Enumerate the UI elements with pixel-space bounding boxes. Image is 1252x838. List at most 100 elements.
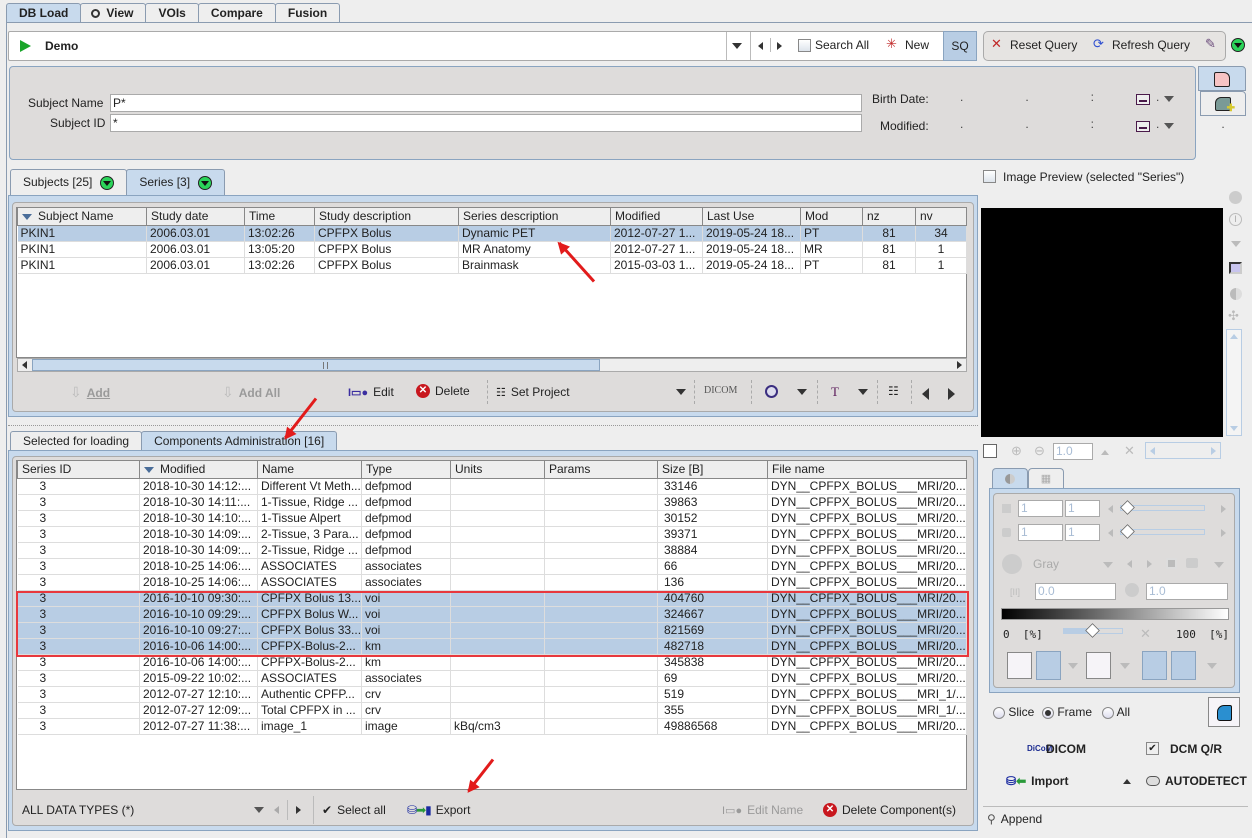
table-row[interactable]: PKIN1 2006.03.01 13:02:26 CPFPX Bolus Brainm… bbox=[17, 257, 967, 274]
tab-components-administration[interactable]: Components Administration [16] bbox=[141, 431, 338, 451]
reset-query-button[interactable]: Reset Query bbox=[1010, 38, 1077, 52]
delete-button[interactable]: ✕ Delete bbox=[416, 384, 470, 398]
frame-to-input[interactable]: 1 bbox=[1065, 524, 1100, 541]
radio-slice-button[interactable] bbox=[993, 706, 1005, 719]
delete-components-button[interactable]: ✕ Delete Component(s) bbox=[823, 803, 956, 817]
column-header[interactable]: Units bbox=[450, 461, 545, 479]
expand-menu-icon[interactable] bbox=[1231, 38, 1245, 52]
tab-selected-for-loading[interactable]: Selected for loading bbox=[10, 431, 143, 451]
tab-color-settings[interactable] bbox=[992, 468, 1028, 489]
series-menu-icon[interactable] bbox=[198, 175, 213, 190]
zoom-up-icon[interactable] bbox=[1101, 450, 1109, 455]
subject-id-input[interactable]: * bbox=[110, 114, 862, 132]
frame-from-input[interactable]: 1 bbox=[1018, 524, 1063, 541]
table-row[interactable]: 3 2018-10-25 14:06:... ASSOCIATES associate… bbox=[17, 558, 967, 575]
modified-calendar-icon[interactable] bbox=[1136, 121, 1150, 132]
birth-date-field[interactable]: . . : . . bbox=[960, 90, 1231, 104]
column-header[interactable]: Series description bbox=[458, 208, 611, 226]
edit-button[interactable]: I▭● Edit bbox=[348, 385, 394, 399]
table-row[interactable]: PKIN1 2006.03.01 13:05:20 CPFPX Bolus MR Ana… bbox=[17, 241, 967, 258]
data-type-filter[interactable]: ALL DATA TYPES (*) bbox=[22, 803, 134, 817]
search-all-checkbox[interactable] bbox=[798, 39, 811, 52]
image-preview-canvas[interactable] bbox=[981, 208, 1223, 437]
tab-db-load[interactable]: DB Load bbox=[6, 3, 82, 23]
table-row[interactable]: 3 2015-09-22 10:02:... ASSOCIATES associate… bbox=[17, 670, 967, 687]
birth-date-calendar-icon[interactable] bbox=[1136, 94, 1150, 105]
side-tab-subject[interactable] bbox=[1198, 66, 1246, 91]
set-project-button[interactable]: ☷ Set Project bbox=[496, 385, 570, 399]
subjects-menu-icon[interactable] bbox=[100, 175, 115, 190]
refresh-query-button[interactable]: Refresh Query bbox=[1112, 38, 1190, 52]
scrollbar-thumb[interactable] bbox=[32, 359, 600, 371]
grid-button[interactable] bbox=[1086, 652, 1111, 679]
splitter[interactable] bbox=[8, 425, 978, 427]
preview-option-checkbox[interactable] bbox=[983, 444, 997, 458]
min-value-input[interactable]: 0.0 bbox=[1035, 583, 1116, 600]
import-options-icon[interactable] bbox=[1123, 779, 1131, 784]
column-header[interactable]: Study description bbox=[314, 208, 459, 226]
side-tab-new-subject[interactable]: ✚ bbox=[1200, 91, 1246, 116]
dcm-qr-label[interactable]: DCM Q/R bbox=[1170, 742, 1222, 756]
slice-to-input[interactable]: 1 bbox=[1065, 500, 1100, 517]
palette-icon[interactable] bbox=[1002, 554, 1022, 574]
column-header[interactable]: Last Use bbox=[702, 208, 801, 226]
zoom-input[interactable]: 1.0 bbox=[1053, 443, 1093, 460]
edit-name-button[interactable]: I▭● Edit Name bbox=[722, 803, 803, 817]
slice-slider[interactable] bbox=[1120, 500, 1205, 515]
table-row[interactable]: 3 2018-10-30 14:09:... 2-Tissue, 3 Para...… bbox=[17, 526, 967, 543]
octagon-button[interactable] bbox=[1142, 651, 1167, 680]
table-row[interactable]: 3 2012-07-27 12:09:... Total CPFPX in ... c… bbox=[17, 702, 967, 719]
scroll-right-icon[interactable] bbox=[957, 361, 962, 369]
slice-from-input[interactable]: 1 bbox=[1018, 500, 1063, 517]
tool-dropdown-icon[interactable] bbox=[1207, 663, 1217, 669]
column-header[interactable]: Study date bbox=[146, 208, 245, 226]
preview-vertical-scrollbar[interactable] bbox=[1226, 329, 1242, 436]
append-button[interactable]: ⚲ Append bbox=[987, 812, 1042, 826]
database-dropdown-icon[interactable] bbox=[732, 43, 742, 49]
column-header[interactable]: Mod bbox=[800, 208, 863, 226]
dcm-qr-checkbox[interactable]: ✔ bbox=[1146, 742, 1159, 755]
color-box-icon[interactable] bbox=[1229, 262, 1242, 274]
column-header[interactable]: Modified bbox=[610, 208, 703, 226]
column-header[interactable]: Size [B] bbox=[657, 461, 768, 479]
import-button[interactable]: ⛁⬅ Import bbox=[1006, 774, 1068, 788]
add-all-button[interactable]: ⇩ Add All bbox=[222, 384, 280, 401]
text-tool-icon[interactable]: T bbox=[831, 384, 839, 400]
data-type-dropdown-icon[interactable] bbox=[254, 807, 264, 813]
column-header[interactable]: Subject Name bbox=[17, 208, 147, 226]
group-icon[interactable]: ☷ bbox=[888, 384, 899, 398]
radio-frame[interactable]: Frame bbox=[1042, 705, 1092, 719]
table-row[interactable]: 3 2018-10-30 14:09:... 2-Tissue, Ridge ...… bbox=[17, 542, 967, 559]
new-button[interactable]: New bbox=[905, 38, 929, 52]
column-header[interactable]: Series ID bbox=[17, 461, 140, 479]
colorbar[interactable] bbox=[1001, 608, 1229, 620]
previous-db-icon[interactable] bbox=[758, 42, 763, 50]
radio-slice[interactable]: Slice bbox=[993, 705, 1034, 719]
load-subject-button[interactable] bbox=[1208, 697, 1240, 727]
scroll-left-icon[interactable] bbox=[22, 361, 27, 369]
preview-horizontal-scrollbar[interactable] bbox=[1145, 442, 1221, 459]
frame-next-icon[interactable] bbox=[1221, 529, 1226, 537]
column-header[interactable]: nz bbox=[862, 208, 916, 226]
next-type-icon[interactable] bbox=[296, 806, 301, 814]
sq-button[interactable]: SQ bbox=[943, 31, 977, 61]
tab-layout-settings[interactable]: ▦ bbox=[1028, 468, 1064, 488]
zoom-reset-icon[interactable]: ✕ bbox=[1124, 443, 1135, 459]
column-header[interactable]: File name bbox=[767, 461, 967, 479]
max-value-input[interactable]: 1.0 bbox=[1146, 583, 1228, 600]
tool-button[interactable] bbox=[1171, 651, 1196, 680]
tab-fusion[interactable]: Fusion bbox=[274, 3, 341, 23]
column-header[interactable]: nv bbox=[915, 208, 967, 226]
dots-dropdown-icon[interactable] bbox=[1068, 663, 1078, 669]
column-header[interactable]: Time bbox=[244, 208, 315, 226]
series-horizontal-scrollbar[interactable] bbox=[17, 358, 967, 372]
next-icon[interactable] bbox=[948, 388, 955, 400]
radio-all[interactable]: All bbox=[1102, 705, 1130, 719]
text-dropdown-icon[interactable] bbox=[858, 389, 868, 395]
eraser-icon[interactable]: ✎ bbox=[1205, 36, 1216, 52]
column-header[interactable]: Params bbox=[544, 461, 658, 479]
colormap-next-icon[interactable] bbox=[1147, 560, 1152, 568]
tab-compare[interactable]: Compare bbox=[197, 3, 276, 23]
tab-vois[interactable]: VOIs bbox=[145, 3, 199, 23]
tab-series[interactable]: Series [3] bbox=[126, 169, 226, 195]
